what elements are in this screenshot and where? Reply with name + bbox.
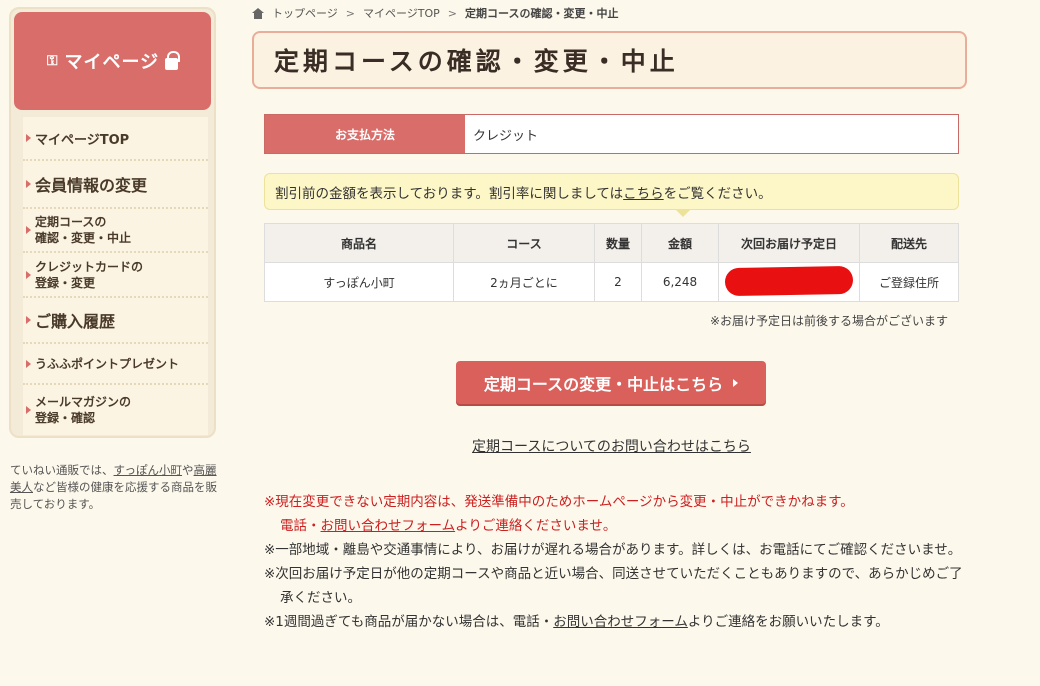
inquiry-form-link[interactable]: お問い合わせフォーム (321, 518, 456, 534)
cell-quantity: 2 (594, 262, 642, 302)
table-row: すっぽん小町 2ヵ月ごとに 2 6,248 ご登録住所 (264, 262, 959, 302)
note-delivery-delay: ※一部地域・離島や交通事情により、お届けが遅れる場合があります。詳しくは、お電話… (264, 542, 962, 558)
sidebar-item-label: 会員情報の変更 (35, 176, 148, 195)
sidebar-item-label: 確認・変更・中止 (35, 231, 132, 245)
mypage-header-label: マイページ (64, 52, 160, 73)
note-warning: ※現在変更できない定期内容は、発送準備中のためホームページから変更・中止ができか… (264, 494, 854, 534)
delivery-date-note: ※お届け予定日は前後する場合がございます (709, 314, 948, 328)
cell-product: すっぽん小町 (264, 262, 454, 302)
col-header-address: 配送先 (859, 223, 959, 263)
col-header-price: 金額 (641, 223, 719, 263)
payment-method-row: お支払方法 クレジット (264, 114, 959, 154)
sidebar-item-purchase-history[interactable]: ご購入履歴 (23, 298, 208, 344)
product-link-suppon-komachi[interactable]: すっぽん小町 (114, 463, 183, 477)
sidebar-item-subscription[interactable]: 定期コースの 確認・変更・中止 (23, 209, 208, 253)
sidebar-item-label: メールマガジンの (35, 395, 132, 409)
sidebar-item-label: マイページTOP (35, 132, 130, 148)
lock-icon (165, 50, 181, 70)
note-not-arrived: ※1週間過ぎても商品が届かない場合は、電話・お問い合わせフォームよりご連絡をお願… (264, 614, 889, 630)
cell-price: 6,248 (641, 262, 719, 302)
col-header-quantity: 数量 (594, 223, 642, 263)
shop-description: ていねい通販では、すっぽん小町や高麗美人など皆様の健康を応援する商品を販売してお… (10, 463, 217, 511)
sidebar-item-label: クレジットカードの (35, 259, 144, 274)
sidebar-item-label: 登録・確認 (35, 411, 96, 425)
notes-section: ※現在変更できない定期内容は、発送準備中のためホームページから変更・中止ができか… (264, 490, 964, 634)
mypage-header[interactable]: ⚿ マイページ (14, 12, 211, 110)
breadcrumb-mypage[interactable]: マイページTOP (363, 5, 440, 21)
sidebar-item-point-present[interactable]: うふふポイントプレゼント (23, 344, 208, 385)
sidebar-item-credit-card[interactable]: クレジットカードの 登録・変更 (23, 253, 208, 298)
col-header-product: 商品名 (264, 223, 454, 263)
redaction-mark (724, 265, 854, 296)
sidebar-item-label: ご購入履歴 (35, 312, 116, 331)
sidebar-item-label: 登録・変更 (35, 275, 96, 290)
col-header-course: コース (453, 223, 595, 263)
col-header-next-delivery: 次回お届け予定日 (718, 223, 860, 263)
payment-method-value: クレジット (473, 128, 539, 144)
table-header-row: 商品名 コース 数量 金額 次回お届け予定日 配送先 (264, 223, 959, 263)
sidebar-menu: マイページTOP 会員情報の変更 定期コースの 確認・変更・中止 クレジットカー… (23, 117, 208, 435)
note-same-shipment: ※次回お届け予定日が他の定期コースや商品と近い場合、同送させていただくこともあり… (264, 566, 963, 606)
page-title: 定期コースの確認・変更・中止 (274, 47, 679, 76)
sidebar-item-mail-magazine[interactable]: メールマガジンの 登録・確認 (23, 385, 208, 435)
sidebar: ⚿ マイページ マイページTOP 会員情報の変更 定期コースの 確認・変更・中止… (9, 7, 216, 438)
chevron-right-icon (733, 378, 739, 387)
breadcrumb-separator: > (345, 6, 355, 20)
subscription-inquiry-link[interactable]: 定期コースについてのお問い合わせはこちら (264, 436, 959, 456)
payment-method-label: お支払方法 (265, 115, 465, 153)
change-cancel-subscription-button[interactable]: 定期コースの変更・中止はこちら (456, 361, 766, 404)
page-title-box: 定期コースの確認・変更・中止 (252, 31, 967, 89)
inquiry-form-link[interactable]: お問い合わせフォーム (553, 614, 688, 630)
breadcrumb-home[interactable]: トップページ (272, 5, 338, 21)
breadcrumb-current: 定期コースの確認・変更・中止 (465, 7, 619, 20)
subscription-table: 商品名 コース 数量 金額 次回お届け予定日 配送先 すっぽん小町 2ヵ月ごとに… (264, 223, 959, 302)
cell-next-delivery (718, 262, 860, 302)
sidebar-item-member-info[interactable]: 会員情報の変更 (23, 161, 208, 209)
discount-notice: 割引前の金額を表示しております。割引率に関しましては こちら をご覧ください。 (264, 173, 959, 217)
discount-rate-link[interactable]: こちら (623, 182, 664, 202)
sidebar-item-label: うふふポイントプレゼント (35, 356, 180, 371)
button-label: 定期コースの変更・中止はこちら (483, 374, 724, 394)
cell-course: 2ヵ月ごとに (453, 262, 595, 302)
breadcrumb-separator: > (447, 6, 458, 20)
sidebar-item-mypage-top[interactable]: マイページTOP (23, 117, 208, 161)
cell-address: ご登録住所 (859, 262, 959, 302)
home-icon (252, 7, 264, 19)
breadcrumb: トップページ > マイページTOP > 定期コースの確認・変更・中止 (252, 5, 618, 21)
sidebar-item-label: 定期コースの (35, 215, 107, 229)
key-icon: ⚿ (46, 53, 59, 69)
phone-link[interactable]: 電話 (280, 518, 307, 534)
